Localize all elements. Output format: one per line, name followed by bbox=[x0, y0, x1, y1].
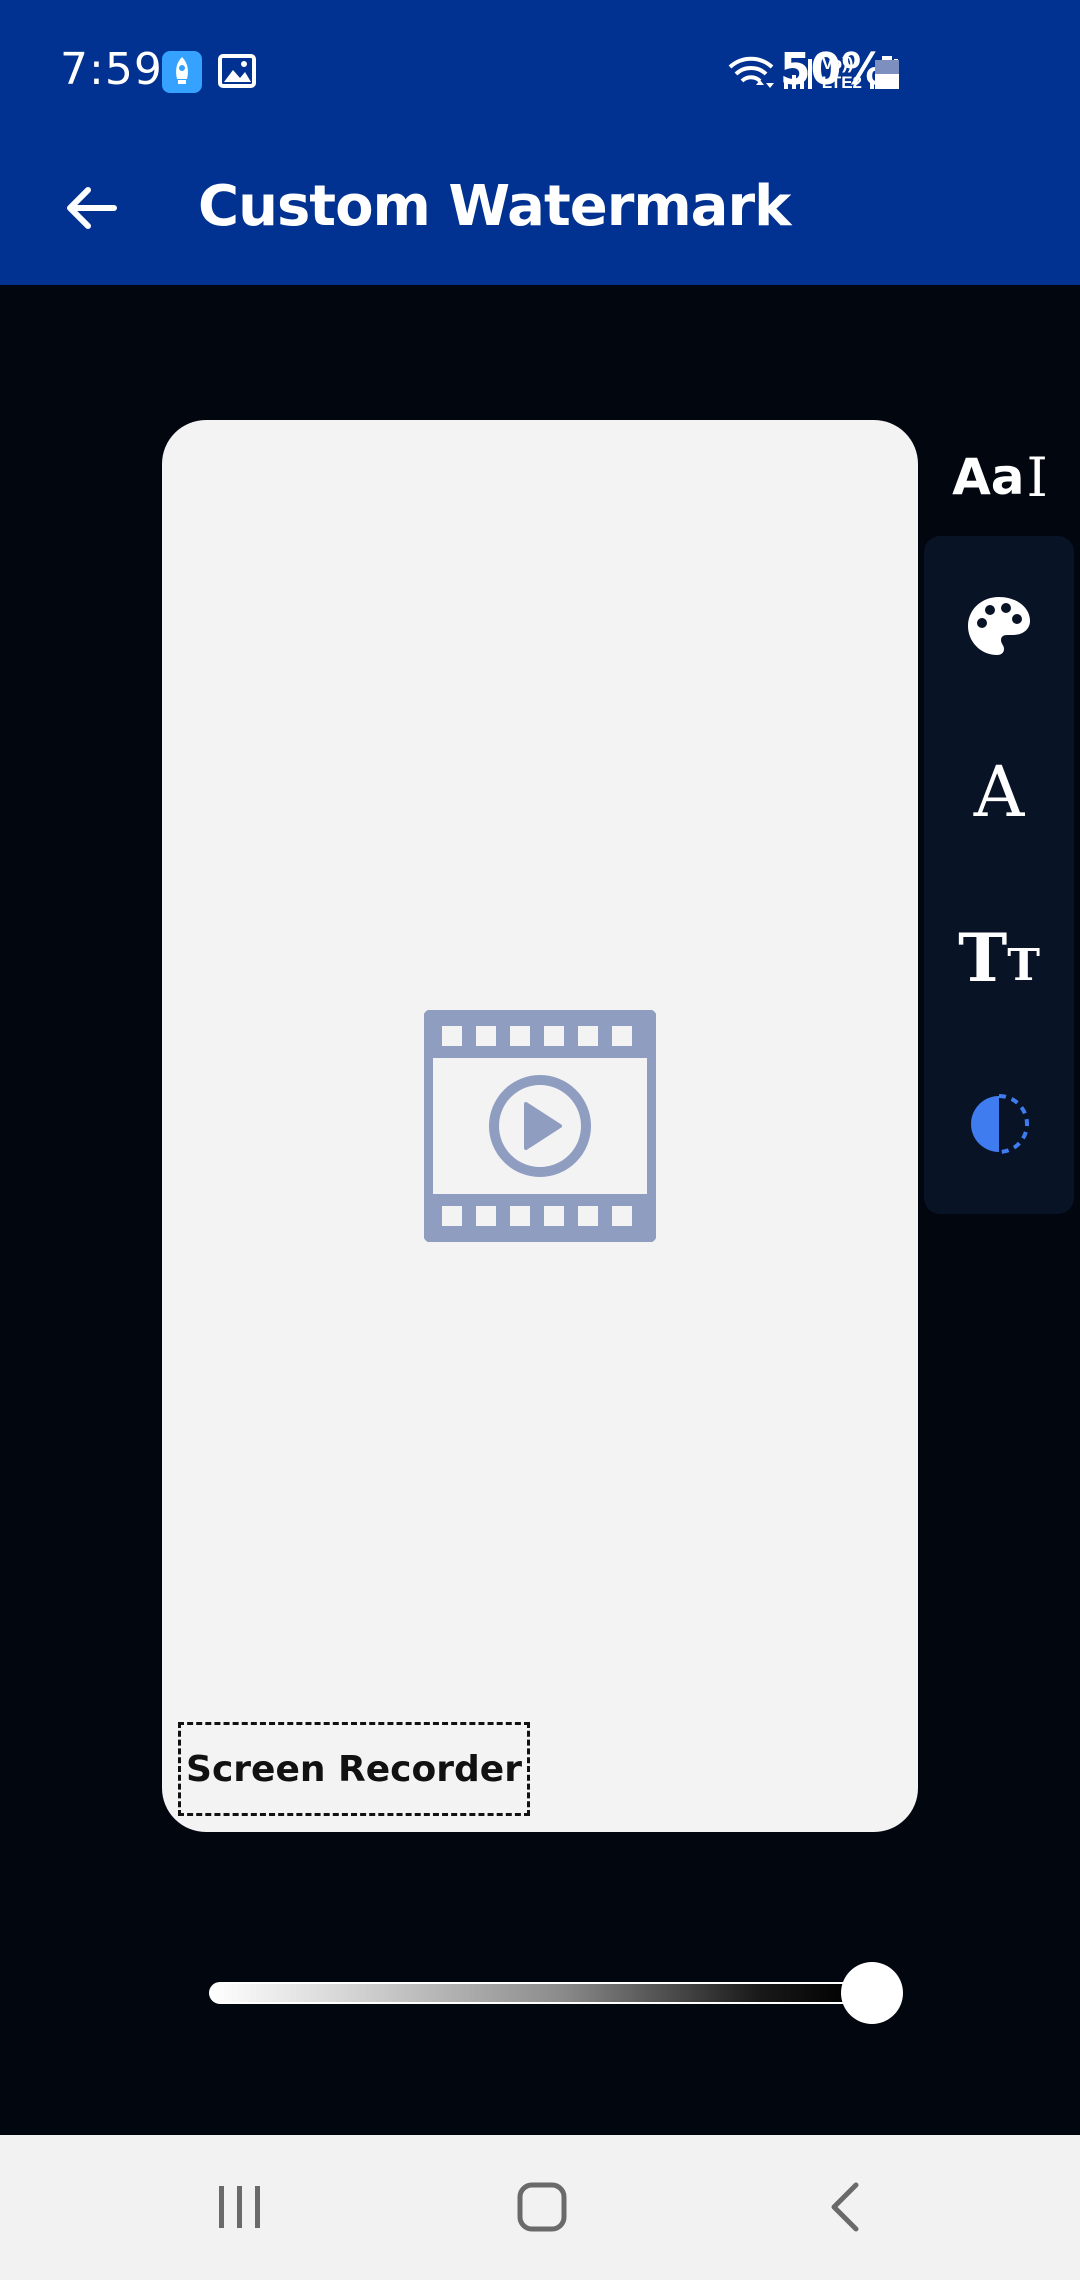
font-button[interactable]: A bbox=[949, 742, 1049, 842]
recent-apps-icon bbox=[219, 2186, 260, 2228]
opacity-slider[interactable] bbox=[205, 1958, 905, 2028]
gallery-icon bbox=[218, 54, 256, 88]
arrow-left-icon bbox=[67, 187, 117, 229]
system-back-button[interactable] bbox=[806, 2177, 886, 2237]
palette-icon bbox=[968, 597, 1030, 655]
wifi-icon bbox=[728, 56, 774, 88]
font-icon: A bbox=[973, 751, 1025, 833]
app-bar: Custom Watermark bbox=[0, 140, 1080, 285]
watermark-preview: Screen Recorder bbox=[162, 420, 918, 1832]
watermark-text-box[interactable]: Screen Recorder bbox=[178, 1722, 530, 1816]
video-placeholder-icon bbox=[424, 1010, 656, 1242]
system-nav-bar bbox=[0, 2135, 1080, 2280]
text-size-icon: TT bbox=[958, 919, 1040, 997]
text-size-button[interactable]: TT bbox=[949, 908, 1049, 1008]
status-bar: 7:59 Vo)) LTE2 50% bbox=[0, 0, 1080, 140]
recent-apps-button[interactable] bbox=[200, 2177, 280, 2237]
home-button[interactable] bbox=[502, 2177, 582, 2237]
tools-panel: A TT bbox=[924, 536, 1074, 1214]
home-icon bbox=[517, 2182, 567, 2232]
opacity-button[interactable] bbox=[949, 1074, 1049, 1174]
contrast-icon bbox=[971, 1094, 1029, 1154]
rocket-app-icon bbox=[162, 51, 202, 93]
page-title: Custom Watermark bbox=[198, 174, 791, 239]
font-style-button[interactable]: Aa I bbox=[952, 442, 1048, 512]
slider-track[interactable] bbox=[209, 1982, 855, 2004]
chevron-left-icon bbox=[831, 2182, 859, 2232]
battery-icon bbox=[874, 56, 900, 90]
watermark-text: Screen Recorder bbox=[186, 1748, 522, 1790]
font-style-label: Aa bbox=[952, 448, 1025, 506]
back-button[interactable] bbox=[50, 168, 130, 248]
color-picker-button[interactable] bbox=[949, 576, 1049, 676]
size-large-glyph: T bbox=[958, 919, 1008, 997]
status-time: 7:59 bbox=[60, 44, 163, 95]
text-cursor-icon: I bbox=[1026, 445, 1048, 509]
size-small-glyph: T bbox=[1007, 940, 1040, 991]
slider-thumb[interactable] bbox=[841, 1962, 903, 2024]
battery-percent: 50% bbox=[780, 44, 886, 95]
